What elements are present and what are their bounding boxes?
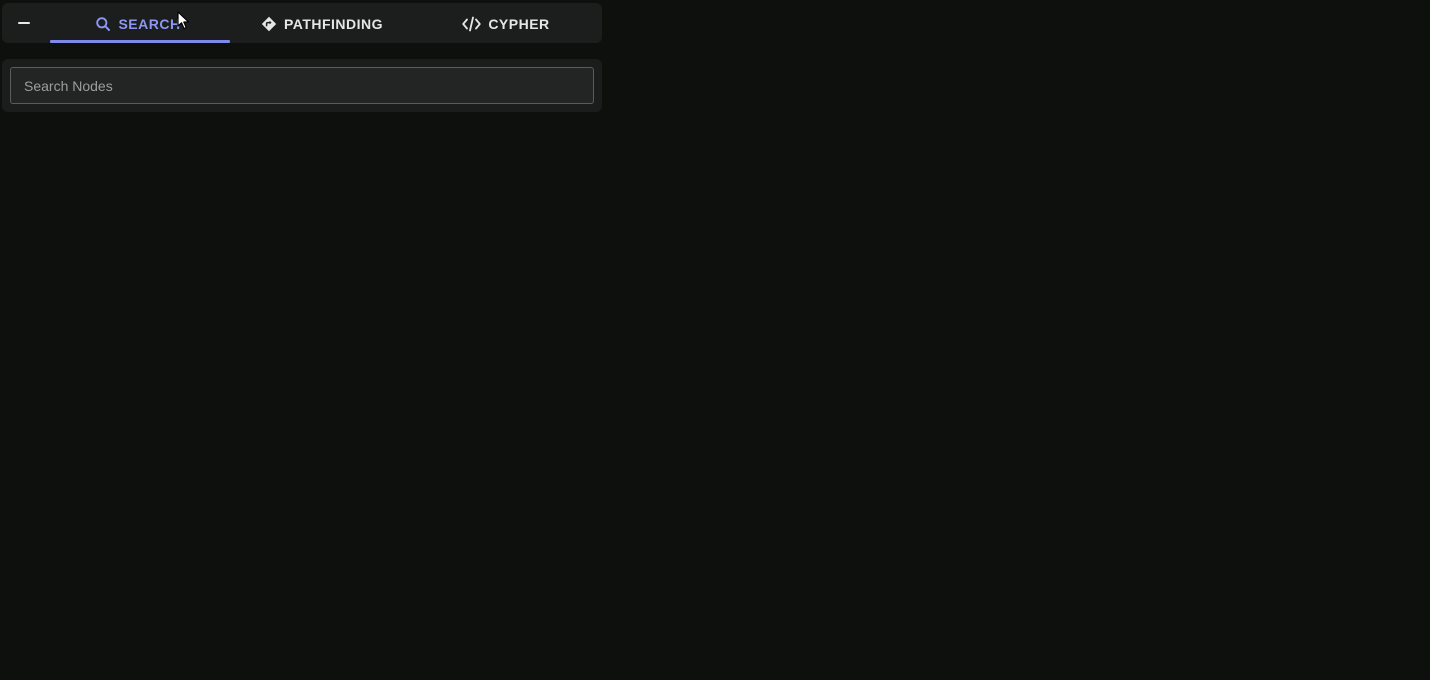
tab-label: CYPHER xyxy=(488,15,550,32)
search-nodes-input[interactable] xyxy=(10,67,594,104)
collapse-button[interactable] xyxy=(2,3,46,43)
search-area xyxy=(2,59,602,112)
tab-search[interactable]: SEARCH xyxy=(46,3,230,43)
tab-label: PATHFINDING xyxy=(283,15,384,32)
search-icon xyxy=(95,16,111,32)
tab-bar: SEARCH PATHFINDING CYPHER xyxy=(2,3,602,43)
tab-label: SEARCH xyxy=(118,15,181,32)
tab-pathfinding[interactable]: PATHFINDING xyxy=(230,3,414,43)
code-icon xyxy=(462,16,482,32)
explore-panel: SEARCH PATHFINDING CYPHER xyxy=(2,3,602,112)
tab-cypher[interactable]: CYPHER xyxy=(414,3,598,43)
minus-icon xyxy=(18,22,30,24)
diamond-turn-icon xyxy=(261,16,277,32)
